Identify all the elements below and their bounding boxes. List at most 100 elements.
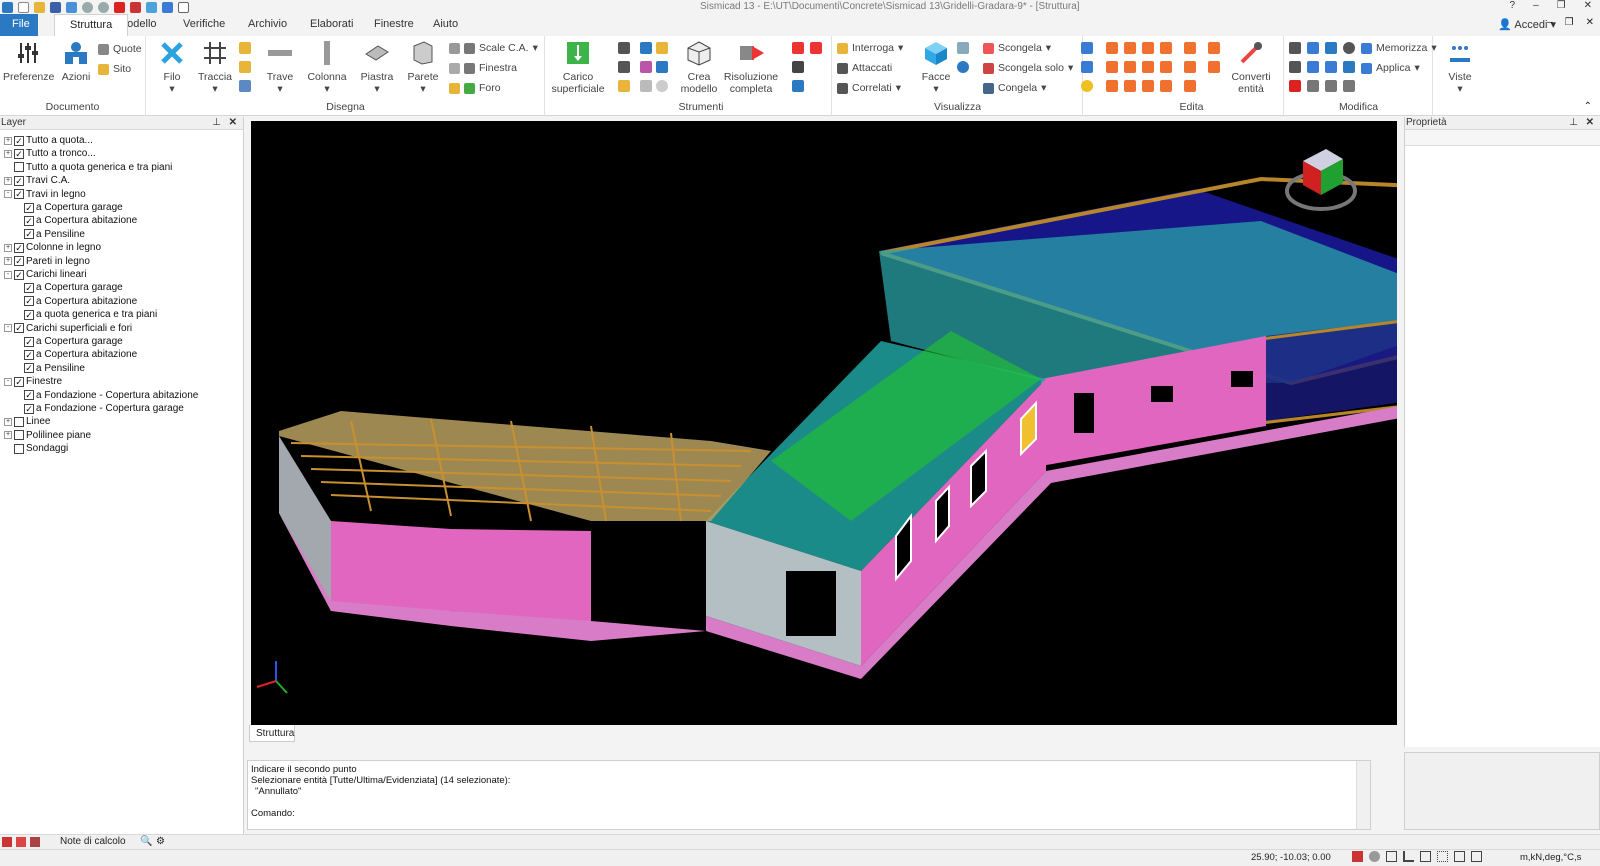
close-icon[interactable]: ✕ <box>1584 0 1592 11</box>
close-panel-icon[interactable]: ✕ <box>229 117 237 128</box>
layer-checkbox[interactable]: ✓ <box>24 202 34 213</box>
redo-edit-icon[interactable] <box>1289 61 1301 73</box>
finestra-button[interactable]: Finestra <box>449 61 517 75</box>
vertex-icon[interactable] <box>1184 80 1196 92</box>
layer-checkbox[interactable]: ✓ <box>24 349 34 360</box>
scongela-button[interactable]: Scongela ▾ <box>983 41 1051 55</box>
undo-edit-icon[interactable] <box>1289 42 1301 54</box>
layer-item[interactable]: Tutto a quota generica e tra piani <box>4 161 172 174</box>
layer-item[interactable]: ✓ a Copertura garage <box>24 335 123 348</box>
align-icon[interactable] <box>1142 61 1154 73</box>
layer-item[interactable]: + ✓ Colonne in legno <box>4 241 101 254</box>
move-icon[interactable] <box>1106 42 1118 54</box>
cancel-icon[interactable] <box>114 1 125 13</box>
bulb-icon[interactable] <box>1081 80 1093 92</box>
collapse-icon[interactable]: - <box>4 190 12 199</box>
scongela-solo-button[interactable]: Scongela solo ▾ <box>983 61 1073 75</box>
flask-icon[interactable] <box>640 42 652 54</box>
layer-item[interactable]: ✓ a Fondazione - Copertura garage <box>24 402 184 415</box>
layer-item[interactable]: ✓ a Pensiline <box>24 362 85 375</box>
properties-close-icon[interactable]: ✕ <box>1586 117 1594 128</box>
pencil-alt-icon[interactable] <box>239 61 251 73</box>
properties-selector[interactable] <box>1405 130 1600 146</box>
scale-tool-icon[interactable] <box>1106 80 1118 92</box>
t-bar-icon[interactable] <box>656 42 668 54</box>
layer-item[interactable]: + ✓ Tutto a quota... <box>4 134 93 147</box>
expand-icon[interactable]: + <box>4 176 12 185</box>
redo-icon[interactable] <box>98 1 109 13</box>
piastra-button[interactable]: Piastra ▾ <box>352 40 402 95</box>
undo-icon[interactable] <box>82 1 93 13</box>
mdi-close-icon[interactable]: ✕ <box>1586 17 1594 28</box>
copy-icon[interactable] <box>1343 61 1355 73</box>
folder-icon[interactable] <box>66 1 77 13</box>
layer-checkbox[interactable] <box>14 416 24 427</box>
expand-icon[interactable]: + <box>4 431 12 440</box>
arc-icon[interactable] <box>1160 61 1172 73</box>
layer-item[interactable]: ✓ a Copertura abitazione <box>24 214 137 227</box>
layer-checkbox[interactable]: ✓ <box>24 336 34 347</box>
tab-aiuto[interactable]: Aiuto <box>433 18 458 30</box>
viewport-tab-struttura[interactable]: Struttura <box>249 725 295 742</box>
select-all-icon[interactable] <box>1081 61 1093 73</box>
report-icon[interactable] <box>30 837 40 847</box>
measure-icon[interactable] <box>239 80 251 92</box>
tab-archivio[interactable]: Archivio <box>248 18 287 30</box>
preferenze-button[interactable]: Preferenze <box>3 40 54 83</box>
layer-checkbox[interactable]: ✓ <box>24 309 34 320</box>
tab-file[interactable]: File <box>0 14 38 36</box>
mirror-icon[interactable] <box>1106 61 1118 73</box>
layer-checkbox[interactable]: ✓ <box>24 296 34 307</box>
view-icon[interactable] <box>146 1 157 13</box>
properties-pin-icon[interactable]: ⊥ <box>1569 117 1578 128</box>
collapse-ribbon-icon[interactable]: ⌃ <box>1584 101 1592 112</box>
rotate-icon[interactable] <box>1124 80 1136 92</box>
pin-icon[interactable]: ⊥ <box>212 117 221 128</box>
dashed-select-icon[interactable] <box>1307 61 1319 73</box>
sito-button[interactable]: Sito <box>98 62 131 76</box>
tab-verifiche[interactable]: Verifiche <box>183 18 225 30</box>
blocks-icon[interactable] <box>792 42 804 54</box>
crea-modello-button[interactable]: Crea modello <box>674 40 724 95</box>
layer-item[interactable]: - ✓ Carichi lineari <box>4 268 87 281</box>
correlati-button[interactable]: Correlati ▾ <box>837 81 901 95</box>
layer-item[interactable]: ✓ a Fondazione - Copertura abitazione <box>24 389 198 402</box>
grid-toggle-icon[interactable] <box>1437 851 1448 862</box>
expand-icon[interactable]: + <box>4 417 12 426</box>
cylinder-icon[interactable] <box>1325 42 1337 54</box>
layer-checkbox[interactable]: ✓ <box>14 135 24 146</box>
converti-button[interactable]: Converti entità <box>1224 40 1278 95</box>
brush-icon[interactable] <box>640 80 652 92</box>
flip-icon[interactable] <box>1124 61 1136 73</box>
log-icon[interactable] <box>2 837 12 847</box>
arrows-down-icon[interactable] <box>618 61 630 73</box>
command-line[interactable]: Indicare il secondo punto Selezionare en… <box>247 760 1371 830</box>
layer-item[interactable]: ✓ a Copertura abitazione <box>24 295 137 308</box>
layer-item[interactable]: + ✓ Pareti in legno <box>4 255 90 268</box>
stretch-icon[interactable] <box>1160 80 1172 92</box>
collapse-icon[interactable]: - <box>4 270 12 279</box>
quote-button[interactable]: Quote <box>98 42 142 56</box>
join-icon[interactable] <box>1184 42 1196 54</box>
view-cube[interactable] <box>1285 149 1357 211</box>
search-icon[interactable]: 🔍 <box>140 836 152 847</box>
open-icon[interactable] <box>34 1 45 13</box>
interroga-button[interactable]: Interroga ▾ <box>837 41 903 55</box>
3d-viewport[interactable] <box>251 121 1397 725</box>
tab-finestre[interactable]: Finestre <box>374 18 414 30</box>
warning-icon[interactable] <box>16 837 26 847</box>
layer-checkbox[interactable]: ✓ <box>24 215 34 226</box>
mdi-minimize-icon[interactable]: – <box>1547 17 1553 28</box>
magnifier-icon[interactable] <box>1343 42 1355 54</box>
restore-icon[interactable]: ❐ <box>1557 0 1566 11</box>
layer-item[interactable]: + ✓ Tutto a tronco... <box>4 147 96 160</box>
wand-icon[interactable] <box>792 80 804 92</box>
layer-item[interactable]: Sondaggi <box>4 442 68 455</box>
display-icon[interactable] <box>957 42 969 54</box>
tab-struttura[interactable]: Struttura <box>54 14 129 36</box>
layer-item[interactable]: + Linee <box>4 415 50 428</box>
help-icon[interactable]: ? <box>1510 0 1516 11</box>
note-di-calcolo-tab[interactable]: Note di calcolo <box>60 836 126 847</box>
table-icon[interactable] <box>1307 80 1319 92</box>
ellipse-icon[interactable] <box>656 80 668 92</box>
